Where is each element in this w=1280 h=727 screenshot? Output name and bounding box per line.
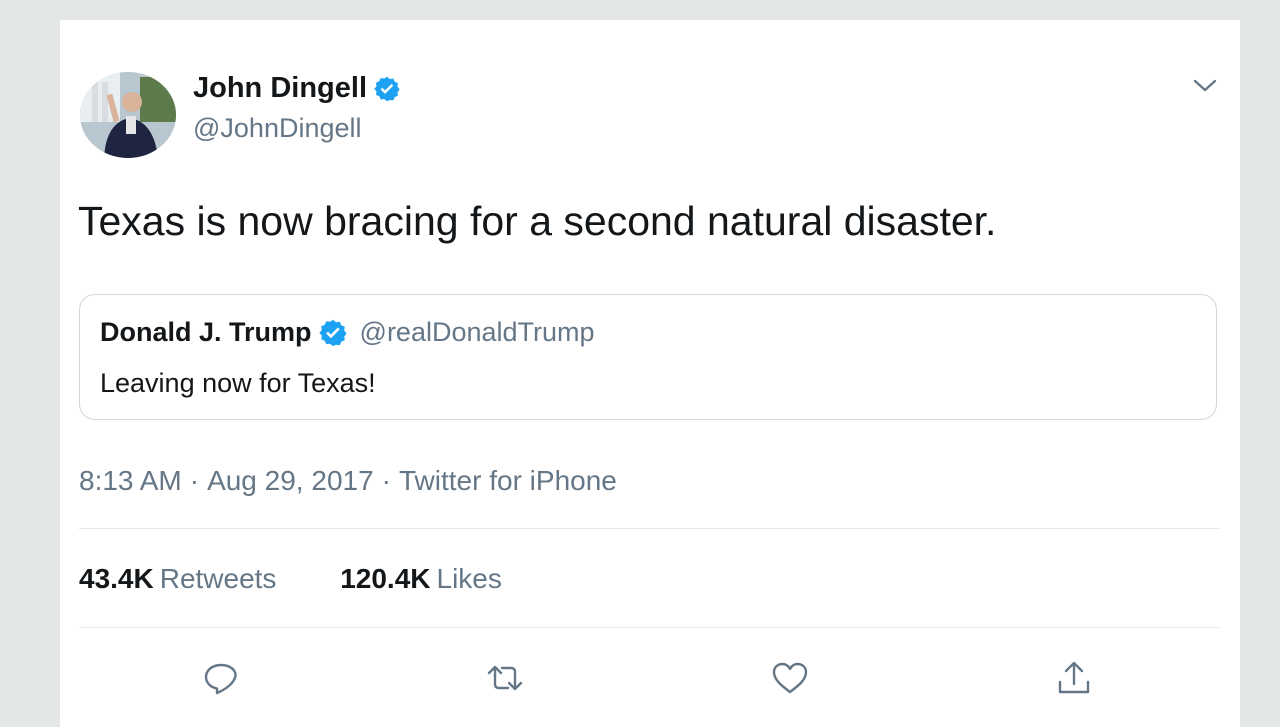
retweets-count: 43.4K <box>79 563 154 594</box>
author-name-row: John Dingell <box>193 72 401 105</box>
share-button[interactable] <box>1054 658 1094 698</box>
tweet-card: John Dingell @JohnDingell Texas is now b… <box>60 20 1240 727</box>
tweet-text: Texas is now bracing for a second natura… <box>78 198 997 244</box>
avatar-photo <box>80 72 176 158</box>
author-name[interactable]: John Dingell <box>193 72 367 105</box>
reply-icon <box>204 663 237 695</box>
divider <box>79 627 1219 628</box>
retweets-stat[interactable]: 43.4K Retweets <box>79 563 276 595</box>
chevron-down-icon <box>1193 79 1217 92</box>
tweet-stats: 43.4K Retweets 120.4K Likes <box>79 563 558 595</box>
author-handle[interactable]: @JohnDingell <box>193 113 362 144</box>
quoted-tweet-text: Leaving now for Texas! <box>100 368 376 398</box>
tweet-menu-button[interactable] <box>1192 75 1218 95</box>
quoted-author-handle: @realDonaldTrump <box>359 317 595 347</box>
quoted-author-name: Donald J. Trump <box>100 317 312 347</box>
retweet-icon <box>487 665 523 691</box>
tweet-metadata: 8:13 AM · Aug 29, 2017 · Twitter for iPhone <box>79 465 617 497</box>
retweet-button[interactable] <box>485 658 525 698</box>
likes-count: 120.4K <box>340 563 431 594</box>
quoted-tweet[interactable]: Donald J. Trump @realDonaldTrump Leaving… <box>79 294 1217 420</box>
like-button[interactable] <box>770 658 810 698</box>
avatar[interactable] <box>80 72 176 158</box>
tweet-date[interactable]: Aug 29, 2017 <box>207 465 374 496</box>
likes-stat[interactable]: 120.4K Likes <box>340 563 502 595</box>
share-icon <box>1058 661 1090 694</box>
reply-button[interactable] <box>201 658 241 698</box>
verified-badge-icon <box>374 76 400 101</box>
tweet-source[interactable]: Twitter for iPhone <box>399 465 617 496</box>
divider <box>79 528 1219 529</box>
meta-separator: · <box>381 465 391 496</box>
meta-separator: · <box>189 465 200 496</box>
retweets-label: Retweets <box>159 563 277 594</box>
verified-badge-icon <box>318 319 347 346</box>
heart-icon <box>772 662 808 694</box>
tweet-time[interactable]: 8:13 AM <box>79 465 182 496</box>
quoted-tweet-header: Donald J. Trump @realDonaldTrump <box>100 317 595 348</box>
likes-label: Likes <box>436 563 502 594</box>
tweet-actions <box>60 658 1240 698</box>
